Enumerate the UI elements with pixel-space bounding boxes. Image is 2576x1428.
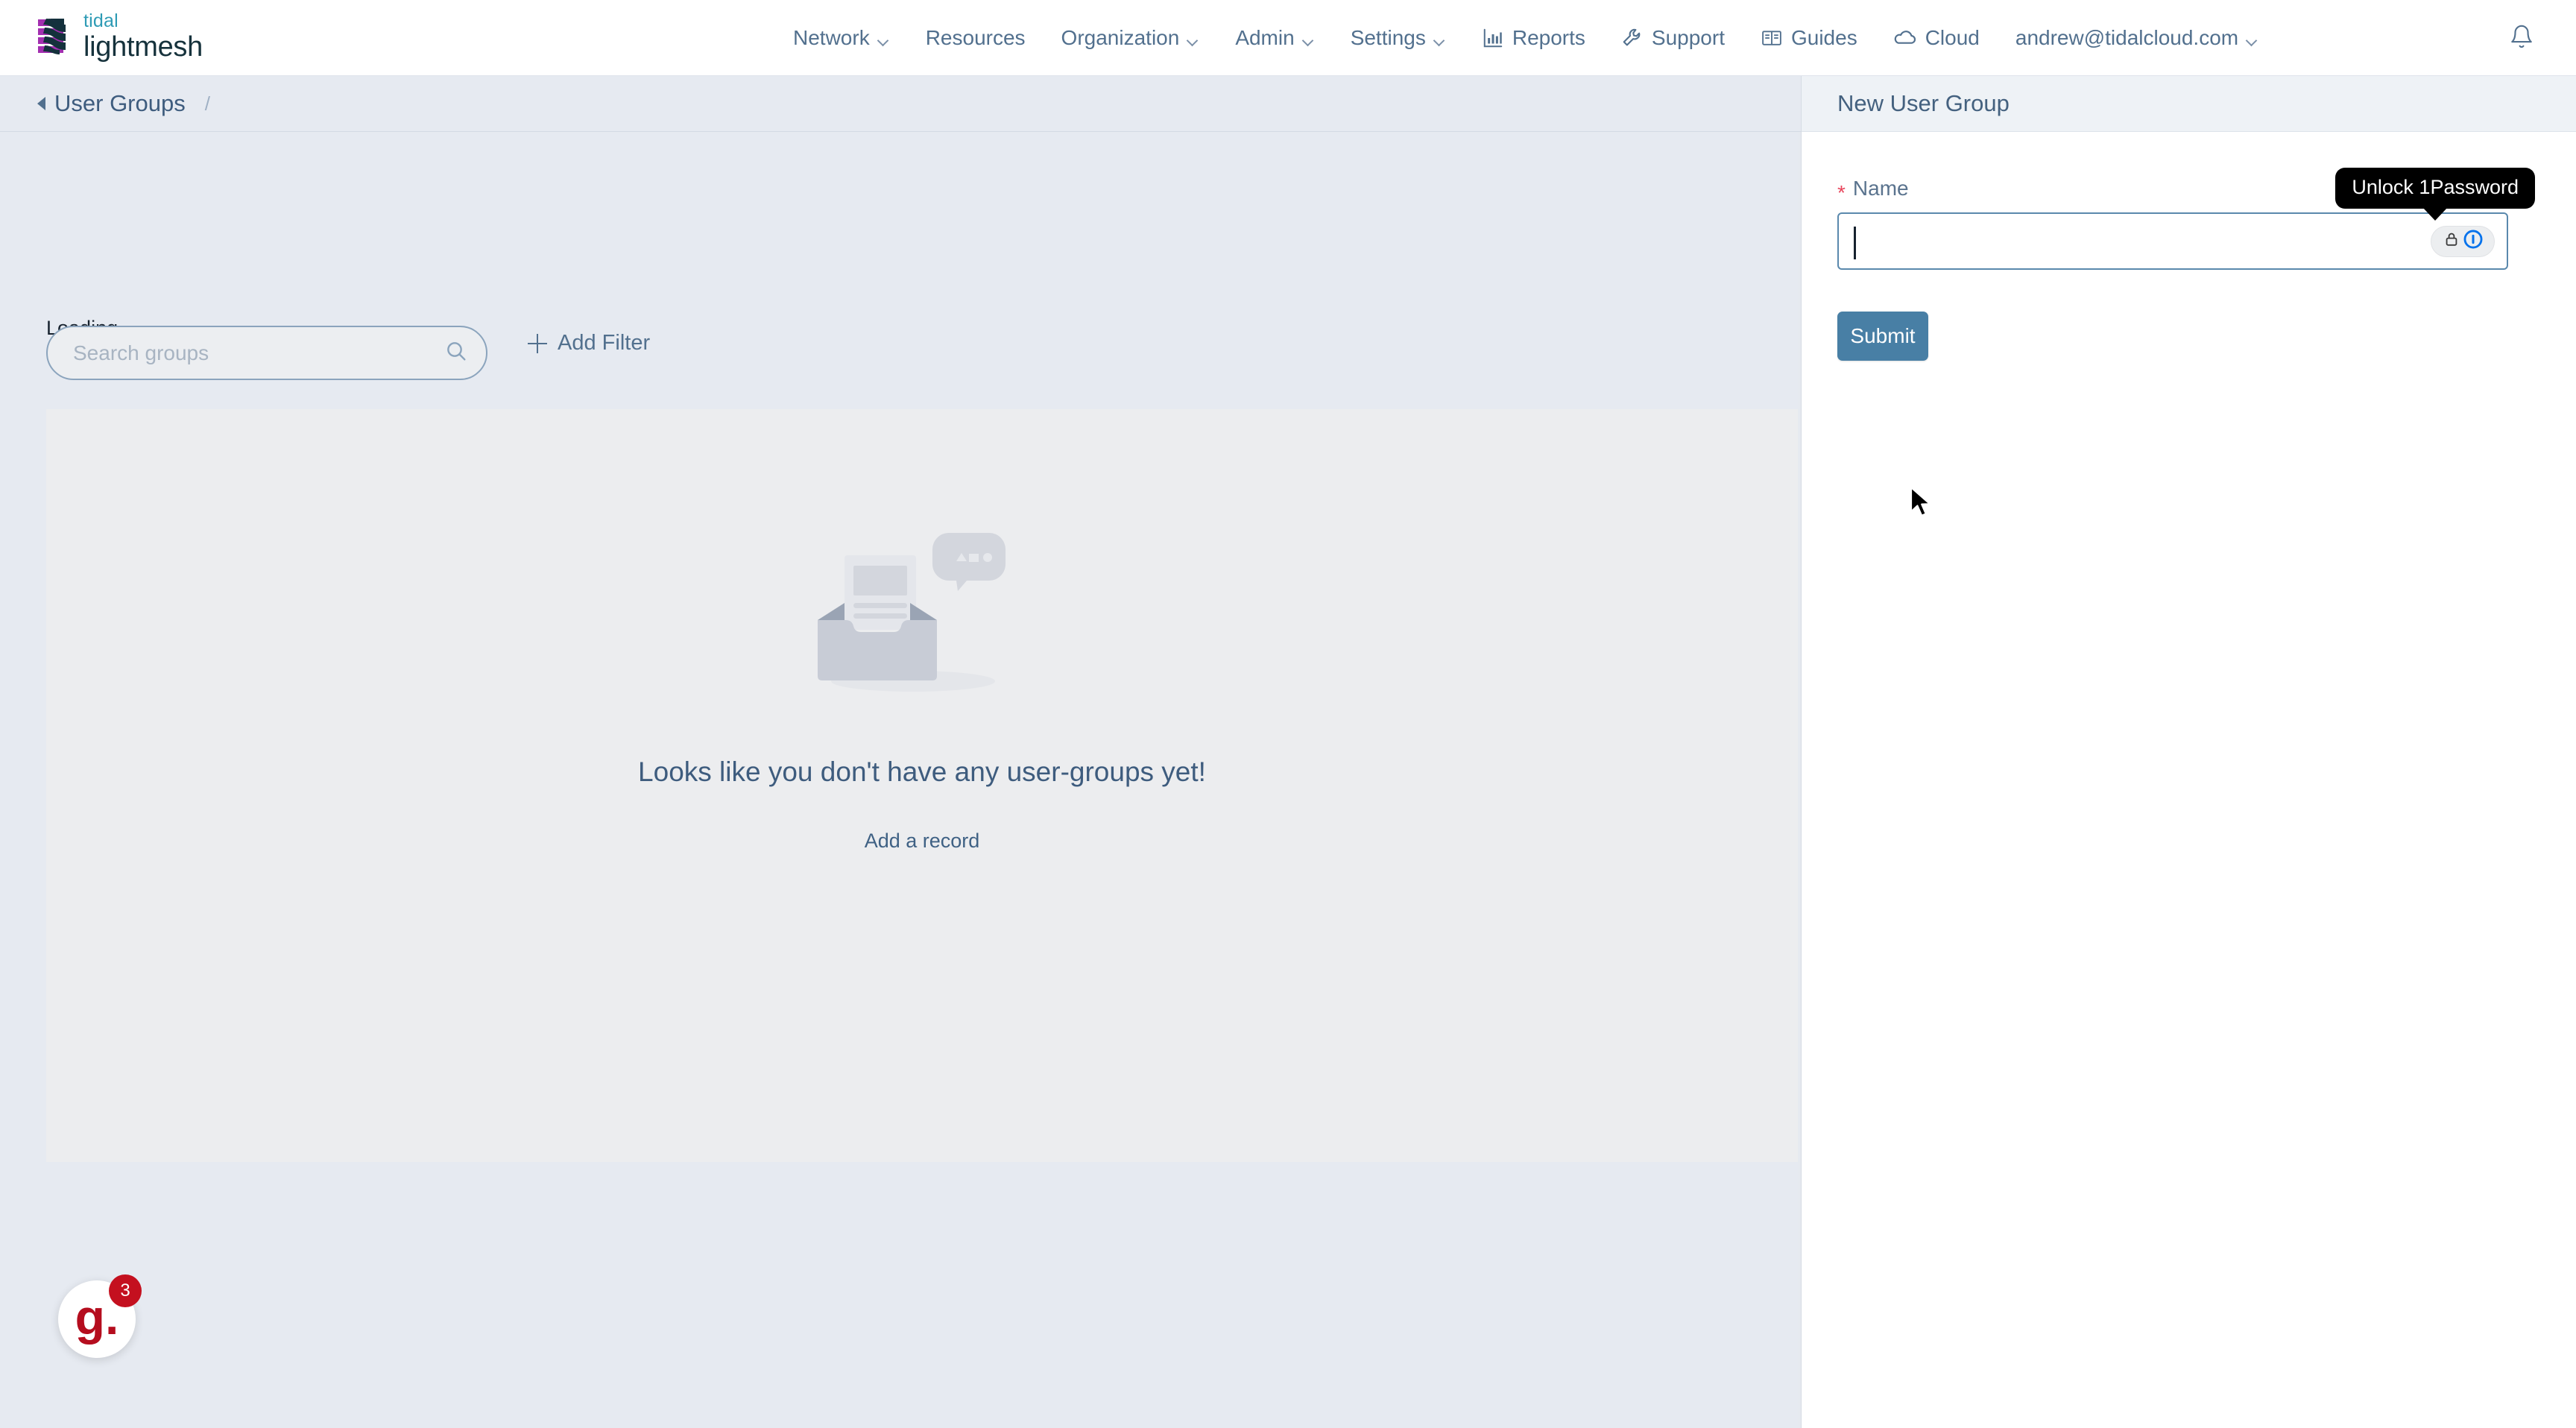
- nav-label-resources: Resources: [925, 26, 1026, 49]
- nav-label-reports: Reports: [1512, 26, 1585, 49]
- breadcrumb-separator: /: [204, 92, 210, 115]
- drawer-body: * Name Unlock 1Password Submit: [1802, 132, 2576, 361]
- search-icon: [444, 339, 468, 367]
- nav-item-cloud[interactable]: Cloud: [1875, 0, 1998, 76]
- bell-icon: [2509, 24, 2534, 53]
- name-label-text: Name: [1852, 177, 1909, 200]
- new-user-group-drawer: New User Group * Name Unlock 1Password S…: [1801, 76, 2576, 1428]
- drawer-header: New User Group: [1802, 76, 2576, 132]
- brand-tidal-text: tidal: [83, 10, 119, 31]
- add-filter-label: Add Filter: [558, 331, 651, 355]
- account-email-label: andrew@tidalcloud.com: [2015, 26, 2239, 49]
- plus-icon: [528, 333, 547, 353]
- chevron-down-icon: [2247, 37, 2258, 43]
- notifications-button[interactable]: [2509, 0, 2534, 76]
- chevron-down-icon: [1187, 37, 1199, 43]
- onepassword-icon: [2463, 230, 2483, 253]
- nav-label-support: Support: [1651, 26, 1725, 49]
- empty-state: Looks like you don't have any user-group…: [46, 409, 1798, 853]
- nav-label-network: Network: [793, 26, 870, 49]
- nav-item-guides[interactable]: Guides: [1743, 0, 1875, 76]
- nav-item-account[interactable]: andrew@tidalcloud.com: [1998, 0, 2276, 76]
- nav-label-settings: Settings: [1350, 26, 1426, 49]
- top-navigation-bar: tidal lightmesh Network Resources Organi…: [0, 0, 2576, 76]
- drawer-title: New User Group: [1837, 90, 2010, 116]
- nav-item-resources[interactable]: Resources: [908, 0, 1044, 76]
- help-widget-button[interactable]: g. 3: [58, 1274, 142, 1358]
- submit-button[interactable]: Submit: [1837, 312, 1928, 361]
- empty-inbox-illustration: [818, 533, 1006, 692]
- nav-item-reports[interactable]: Reports: [1464, 0, 1603, 76]
- search-groups-field[interactable]: [46, 326, 487, 380]
- nav-label-organization: Organization: [1061, 26, 1180, 49]
- chevron-down-icon: [1434, 37, 1446, 43]
- nav-item-organization[interactable]: Organization: [1044, 0, 1218, 76]
- add-filter-button[interactable]: Add Filter: [528, 331, 650, 356]
- brand-lightmesh-text: lightmesh: [83, 31, 203, 63]
- lightmesh-logo-icon: [38, 19, 66, 54]
- cloud-icon: [1893, 26, 1917, 50]
- nav-label-guides: Guides: [1790, 26, 1857, 49]
- wrench-icon: [1621, 27, 1644, 49]
- required-marker: *: [1837, 181, 1846, 204]
- brand-logo[interactable]: tidal lightmesh: [36, 12, 203, 61]
- search-input[interactable]: [73, 341, 444, 365]
- nav-item-admin[interactable]: Admin: [1217, 0, 1332, 76]
- nav-item-settings[interactable]: Settings: [1333, 0, 1464, 76]
- book-icon: [1761, 27, 1783, 49]
- name-input[interactable]: [1855, 229, 2490, 253]
- nav-label-cloud: Cloud: [1925, 26, 1980, 49]
- breadcrumb-title: User Groups: [54, 90, 186, 116]
- results-card: Looks like you don't have any user-group…: [46, 409, 1798, 1162]
- breadcrumb-back-link[interactable]: User Groups: [37, 90, 186, 117]
- add-a-record-link[interactable]: Add a record: [865, 830, 980, 853]
- onepassword-tooltip: Unlock 1Password: [2335, 168, 2535, 209]
- chevron-down-icon: [1303, 37, 1315, 43]
- name-field[interactable]: Unlock 1Password: [1837, 168, 2535, 270]
- back-arrow-icon: [37, 97, 45, 110]
- nav-label-admin: Admin: [1235, 26, 1295, 49]
- help-widget-badge: 3: [109, 1274, 142, 1307]
- main-content-area: Loading... Add Filter: [0, 133, 1798, 1428]
- nav-item-support[interactable]: Support: [1603, 0, 1743, 76]
- bar-chart-icon: [1482, 27, 1504, 49]
- onepassword-unlock-button[interactable]: [2431, 225, 2495, 257]
- empty-state-title: Looks like you don't have any user-group…: [638, 756, 1206, 787]
- chevron-down-icon: [878, 37, 890, 43]
- text-caret: [1854, 227, 1856, 259]
- lock-icon: [2443, 231, 2460, 251]
- nav-items: Network Resources Organization Admin Set…: [775, 0, 2276, 76]
- nav-item-network[interactable]: Network: [775, 0, 908, 76]
